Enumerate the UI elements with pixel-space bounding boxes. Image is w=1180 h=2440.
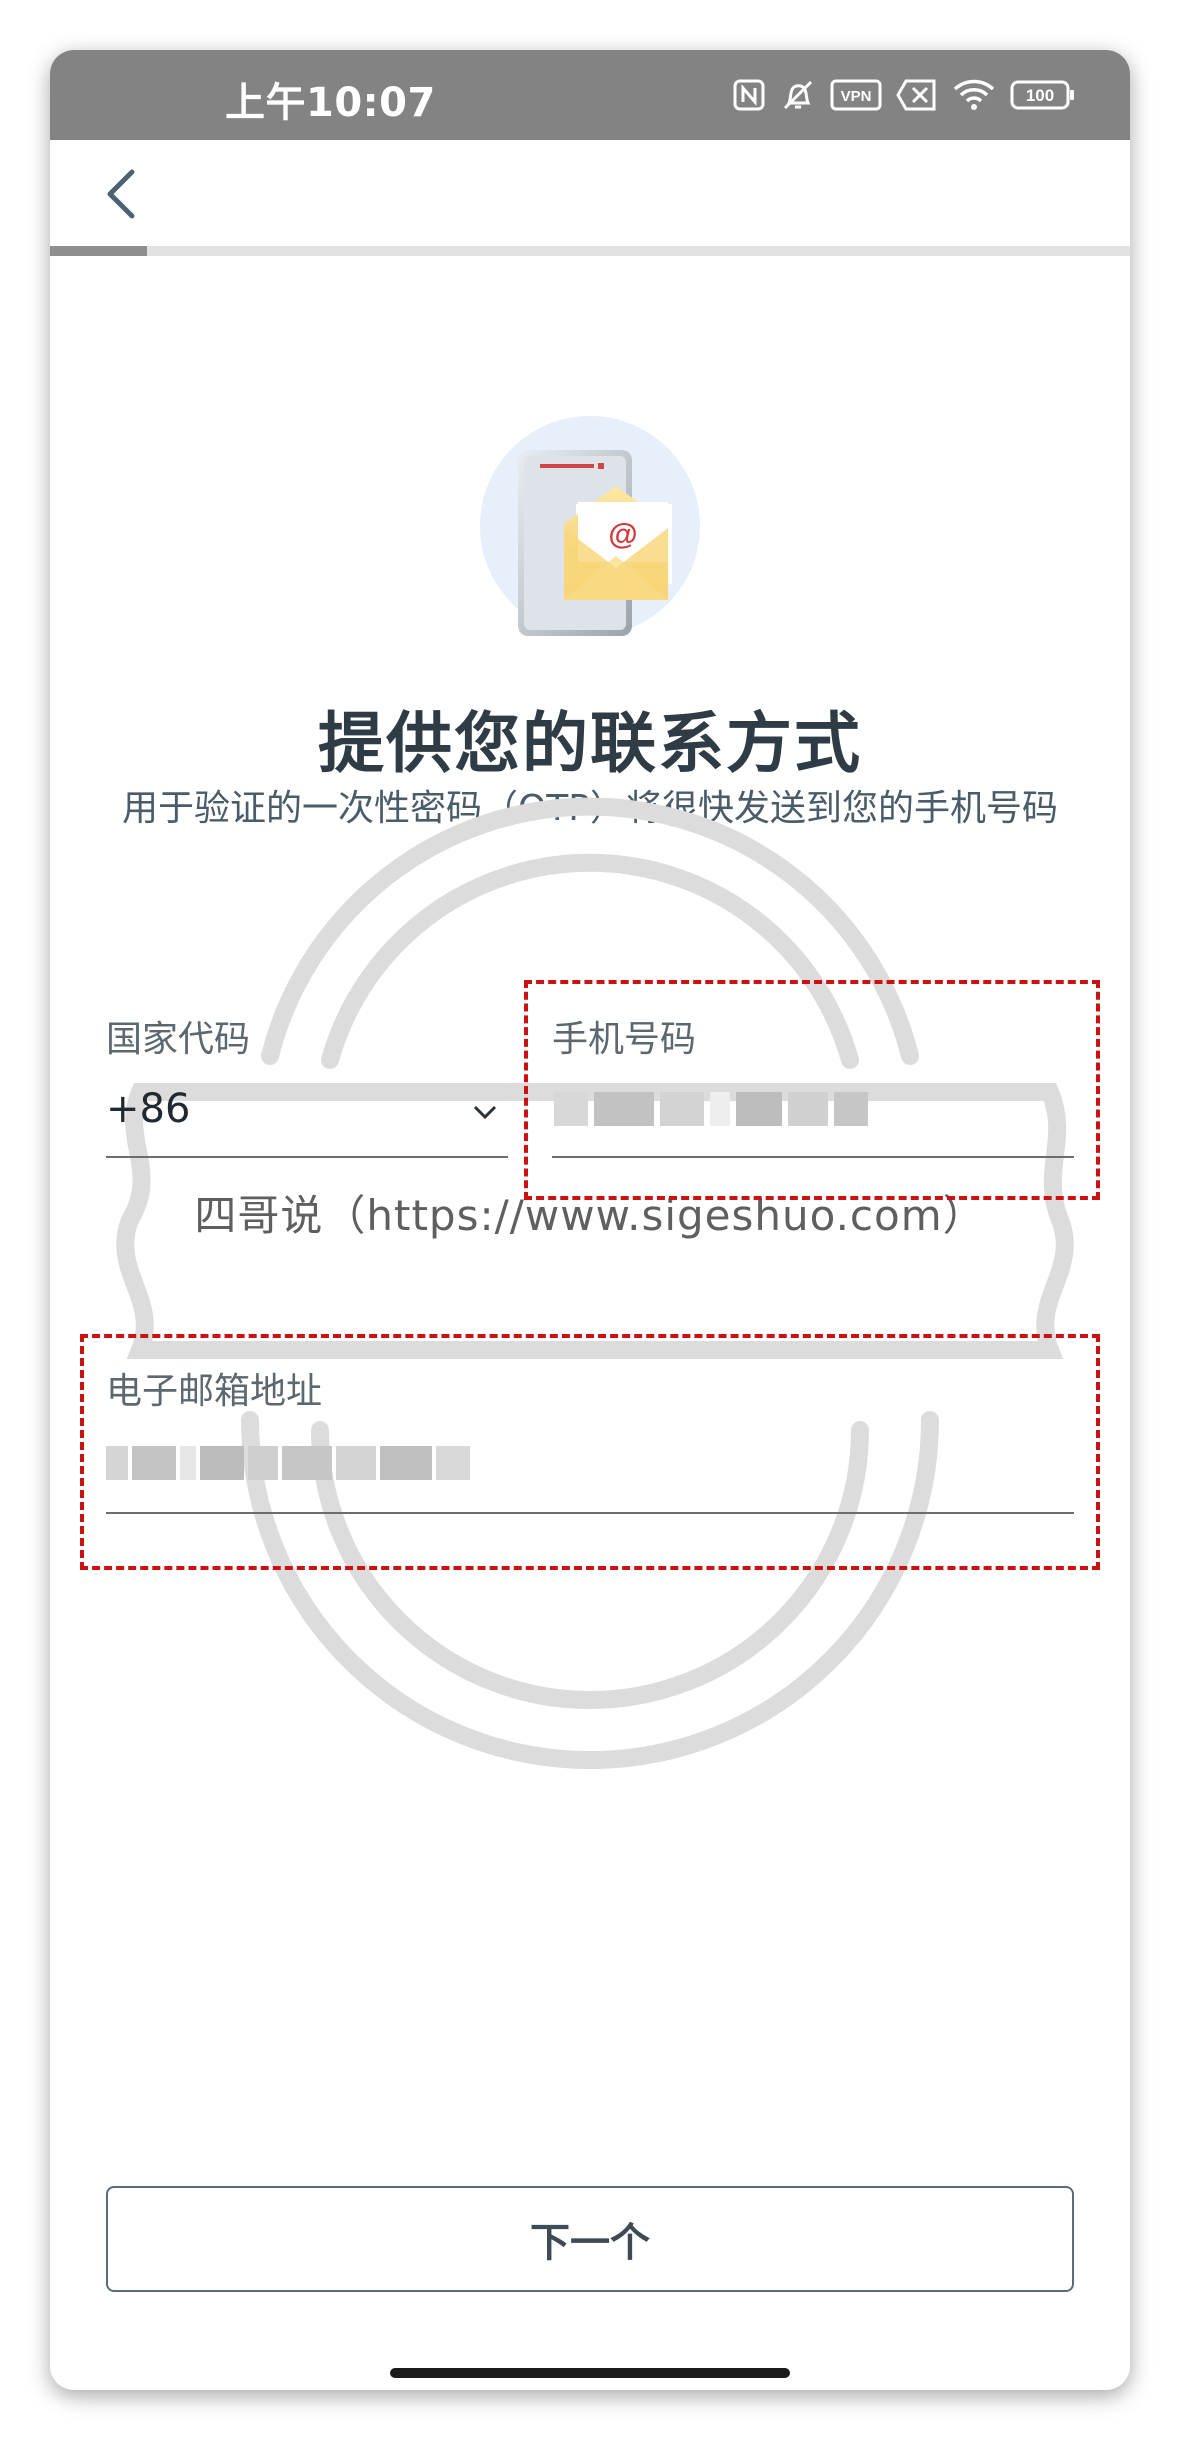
home-indicator[interactable] <box>390 2368 790 2378</box>
country-code-label: 国家代码 <box>106 1019 251 1060</box>
page-subtitle: 用于验证的一次性密码（OTP）将很快发送到您的手机号码 <box>121 788 1059 829</box>
progress-bar <box>50 246 1130 256</box>
email-input[interactable]: 电子邮箱地址 <box>106 1362 1074 1514</box>
phone-number-label: 手机号码 <box>552 1019 697 1060</box>
phone-screen: 上午10:07 VPN 100 @ 提供您的联系方式 用于验证的一次性密码（OT… <box>50 50 1130 2390</box>
email-underline <box>106 1512 1074 1514</box>
vpn-icon: VPN <box>830 79 882 111</box>
email-redacted <box>106 1446 470 1480</box>
vpn-label: VPN <box>841 88 872 105</box>
phone-envelope-icon: @ <box>480 416 700 636</box>
phone-number-underline <box>552 1156 1074 1158</box>
progress-fill <box>50 246 148 256</box>
phone-number-redacted <box>554 1092 868 1126</box>
back-button[interactable] <box>90 162 154 226</box>
status-icons: VPN 100 <box>732 72 1076 118</box>
next-button[interactable]: 下一个 <box>106 2186 1074 2292</box>
phone-number-input[interactable]: 手机号码 <box>552 1010 1074 1160</box>
email-label: 电子邮箱地址 <box>106 1371 323 1412</box>
wifi-icon <box>952 78 996 112</box>
sim-off-icon <box>896 79 938 111</box>
status-bar: 上午10:07 VPN 100 <box>50 50 1130 140</box>
chevron-left-icon <box>107 169 135 219</box>
status-time: 上午10:07 <box>225 80 436 126</box>
chevron-down-icon <box>473 1105 497 1120</box>
battery-icon: 100 <box>1010 79 1076 111</box>
svg-text:@: @ <box>608 518 637 551</box>
country-code-value: +86 <box>106 1086 191 1132</box>
country-code-field[interactable]: 国家代码 +86 <box>106 1010 508 1160</box>
bell-off-icon <box>780 77 816 113</box>
nfc-icon <box>732 78 766 112</box>
page-title: 提供您的联系方式 <box>318 705 862 782</box>
otp-illustration: @ <box>480 416 700 636</box>
country-code-underline <box>106 1156 508 1158</box>
battery-level: 100 <box>1026 86 1054 105</box>
screenshot-canvas: 上午10:07 VPN 100 @ 提供您的联系方式 用于验证的一次性密码（OT… <box>0 0 1180 2440</box>
app-bar <box>50 140 1130 246</box>
